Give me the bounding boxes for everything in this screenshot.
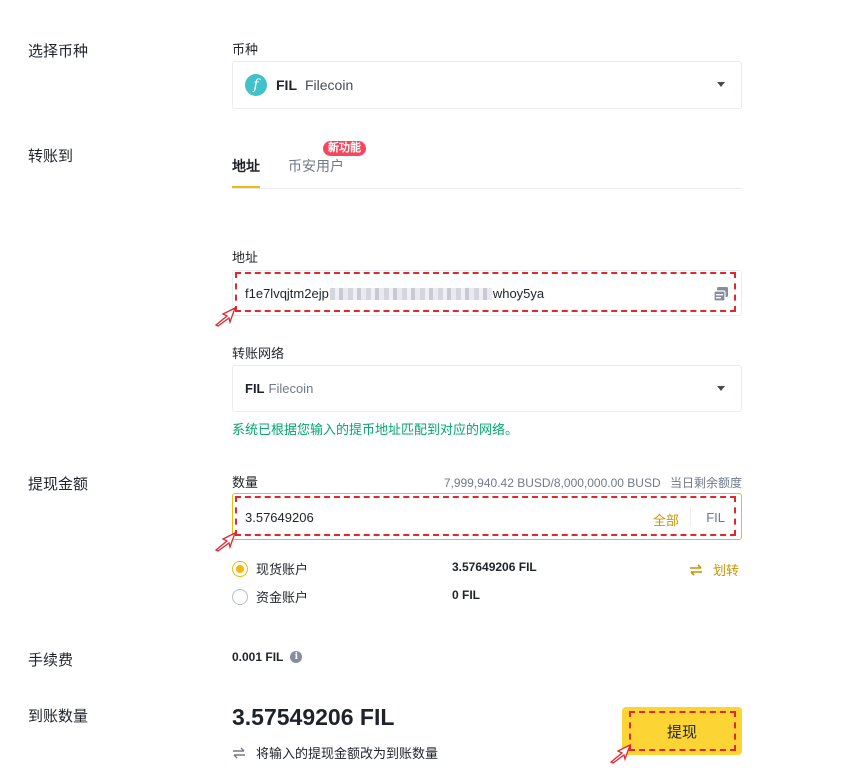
info-icon[interactable]: i	[290, 651, 303, 663]
amount-unit-divider	[690, 507, 691, 527]
radio-selected-icon[interactable]	[232, 560, 248, 577]
coin-symbol: FIL	[276, 77, 297, 93]
network-field-label: 转账网络	[232, 346, 285, 361]
receive-toggle[interactable]: 将输入的提现金额改为到账数量	[232, 743, 438, 762]
fee-row: 0.001 FIL i	[232, 650, 303, 664]
chevron-down-icon	[717, 385, 725, 391]
daily-limit-value: 7,999,940.42 BUSD/8,000,000.00 BUSD	[443, 476, 661, 490]
network-select[interactable]: FIL Filecoin	[232, 365, 742, 412]
daily-limit-info: 7,999,940.42 BUSD/8,000,000.00 BUSD 当日剩余…	[444, 474, 742, 491]
new-feature-badge: 新功能	[323, 141, 366, 156]
account-balance-funding: 0 FIL	[452, 588, 481, 602]
tab-address[interactable]: 地址	[232, 156, 260, 176]
address-redacted-pixels	[329, 287, 492, 300]
swap-arrows-icon	[690, 563, 702, 576]
tab-binance-user[interactable]: 币安用户	[288, 156, 344, 176]
withdraw-button-label: 提现	[666, 723, 697, 741]
account-label-funding: 资金账户	[256, 590, 309, 605]
network-name: Filecoin	[268, 381, 314, 396]
amount-value: 3.57649206	[245, 510, 314, 525]
radio-unselected-icon[interactable]	[232, 588, 248, 605]
chevron-down-icon	[717, 82, 725, 87]
address-value-end: whoy5ya	[492, 286, 545, 301]
account-option-funding[interactable]: 资金账户	[232, 587, 308, 606]
account-label-spot: 现货账户	[256, 562, 309, 577]
coin-field-label: 币种	[232, 42, 259, 57]
account-option-spot[interactable]: 现货账户	[232, 559, 308, 578]
address-field-label: 地址	[232, 250, 259, 265]
fee-value: 0.001 FIL	[232, 650, 284, 664]
section-label-withdraw-amount: 提现金额	[28, 476, 89, 493]
coin-name: Filecoin	[305, 77, 354, 93]
section-label-fee: 手续费	[28, 652, 74, 669]
section-label-receive-amount: 到账数量	[28, 708, 89, 725]
withdraw-button[interactable]: 提现	[622, 707, 742, 755]
transfer-link-label: 划转	[713, 563, 740, 578]
address-value-start: f1e7lvqjtm2ejp	[245, 286, 329, 301]
receive-amount-value: 3.57549206 FIL	[232, 704, 395, 730]
address-input[interactable]: f1e7lvqjtm2ejp whoy5ya	[232, 270, 742, 316]
amount-unit: FIL	[706, 510, 725, 525]
filecoin-logo-icon: f	[245, 74, 267, 96]
section-label-transfer-to: 转账到	[28, 148, 74, 165]
network-hint: 系统已根据您输入的提币地址匹配到对应的网络。	[232, 422, 519, 437]
transfer-link[interactable]: 划转	[689, 560, 739, 579]
tabs-divider	[232, 188, 742, 189]
daily-limit-label: 当日剩余额度	[669, 476, 742, 490]
max-all-button[interactable]: 全部	[653, 510, 679, 529]
section-label-coin: 选择币种	[28, 43, 89, 60]
amount-input[interactable]: 3.57649206 全部 FIL	[232, 493, 742, 540]
account-balance-spot: 3.57649206 FIL	[452, 560, 537, 574]
clipboard-icon[interactable]	[713, 286, 729, 302]
network-symbol: FIL	[245, 381, 265, 396]
swap-icon	[233, 747, 245, 758]
receive-toggle-label: 将输入的提现金额改为到账数量	[256, 746, 439, 761]
amount-field-label: 数量	[232, 475, 259, 490]
coin-select[interactable]: f FIL Filecoin	[232, 61, 742, 109]
